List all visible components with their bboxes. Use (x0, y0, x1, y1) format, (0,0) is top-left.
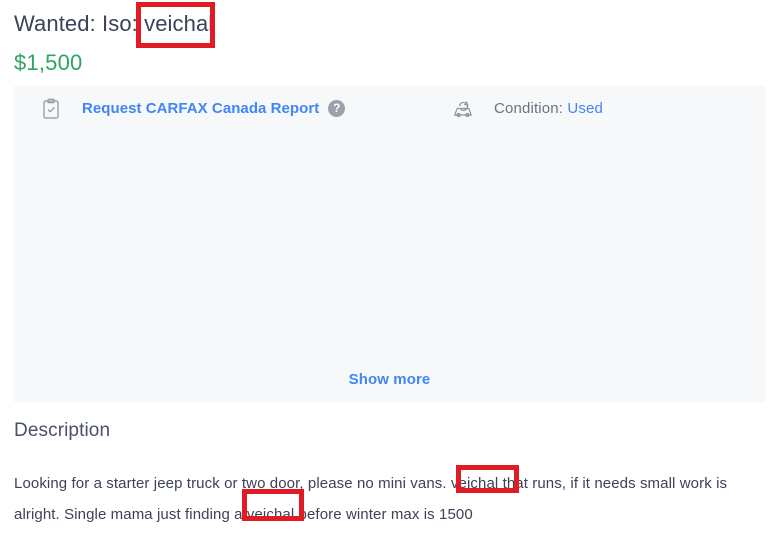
show-more-button[interactable]: Show more (14, 370, 765, 390)
spec-row-year[interactable]: Year: 2000 (765, 86, 779, 131)
description-text: Looking for a starter jeep truck or two … (14, 475, 728, 523)
spec-row-carfax[interactable]: Request CARFAX Canada Report ? (14, 86, 426, 131)
listing-page: Wanted: Iso: veichal $1,500 Request CARF… (0, 0, 779, 547)
spec-value[interactable]: Used (567, 100, 603, 117)
help-icon[interactable]: ? (328, 100, 346, 117)
spec-row-condition[interactable]: Condition: Used (426, 86, 765, 131)
listing-header: Wanted: Iso: veichal $1,500 (0, 0, 779, 86)
vehicle-specs-panel: Request CARFAX Canada Report ? Condition… (14, 86, 765, 402)
description-heading: Description (14, 420, 111, 441)
car-refresh-icon (450, 96, 476, 122)
listing-price: $1,500 (14, 50, 83, 75)
specs-grid: Request CARFAX Canada Report ? Condition… (14, 86, 765, 356)
spec-label: Condition: Used (494, 99, 603, 117)
page-title: Wanted: Iso: veichal (14, 11, 214, 36)
description-section: Description Looking for a starter jeep t… (14, 418, 765, 523)
clipboard-check-icon (38, 96, 64, 122)
carfax-report-link[interactable]: Request CARFAX Canada Report (82, 99, 319, 119)
